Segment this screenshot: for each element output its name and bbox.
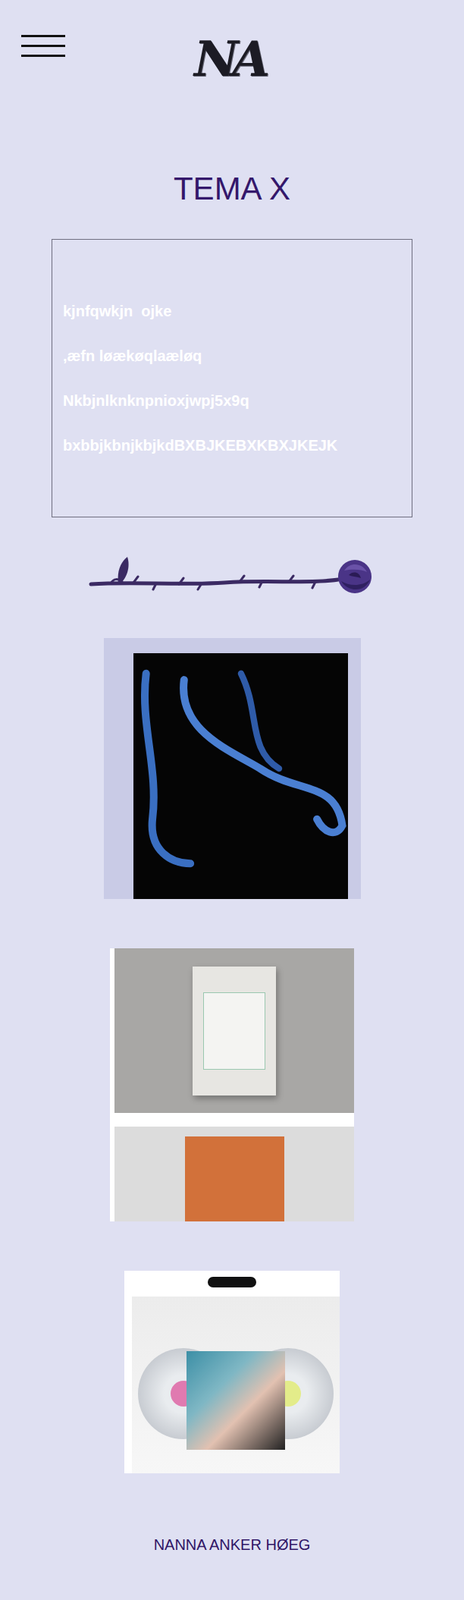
text-line: bxbbjkbnjkbjkdBXBJKEBXKBXJKEJK (62, 435, 402, 455)
rose-divider-icon (87, 547, 377, 604)
book-photo (114, 1125, 355, 1221)
gallery (103, 637, 361, 1473)
orange-book (184, 1135, 285, 1221)
packaging-image[interactable] (109, 947, 355, 1221)
menu-line (21, 34, 66, 38)
menu-line (21, 54, 66, 57)
vinyl-photo (131, 1295, 340, 1473)
caption-strip (114, 1112, 355, 1126)
blue-tube-icon (133, 652, 348, 899)
menu-icon[interactable] (21, 30, 66, 62)
logo[interactable]: NA (194, 30, 270, 88)
poster-black-panel (133, 652, 348, 899)
menu-line (21, 44, 66, 48)
album-cover (186, 1350, 286, 1449)
vinyl-image[interactable] (124, 1269, 340, 1473)
portfolio-page: NA TEMA X kjnfqwkjn ojke ,æfn løækøqlaæløq N… (0, 0, 464, 1599)
site-header: NA (0, 0, 464, 88)
poster-image[interactable] (103, 637, 361, 899)
poster-header-strip (133, 637, 348, 653)
footer-name: NANNA ANKER HØEG (153, 1534, 311, 1553)
vinyl-header (124, 1269, 340, 1293)
page-title: TEMA X (173, 169, 291, 209)
package-label (203, 991, 266, 1070)
text-line: kjnfqwkjn ojke (62, 301, 402, 320)
text-line: Nkbjnlknknpnioxjwpj5x9q (62, 391, 402, 410)
package-shape (192, 965, 276, 1095)
text-line: ,æfn løækøqlaæløq (62, 346, 402, 365)
packaging-photo (114, 947, 355, 1113)
brand-mark (207, 1276, 257, 1287)
text-box: kjnfqwkjn ojke ,æfn løækøqlaæløq Nkbjnlknk… (51, 238, 413, 518)
